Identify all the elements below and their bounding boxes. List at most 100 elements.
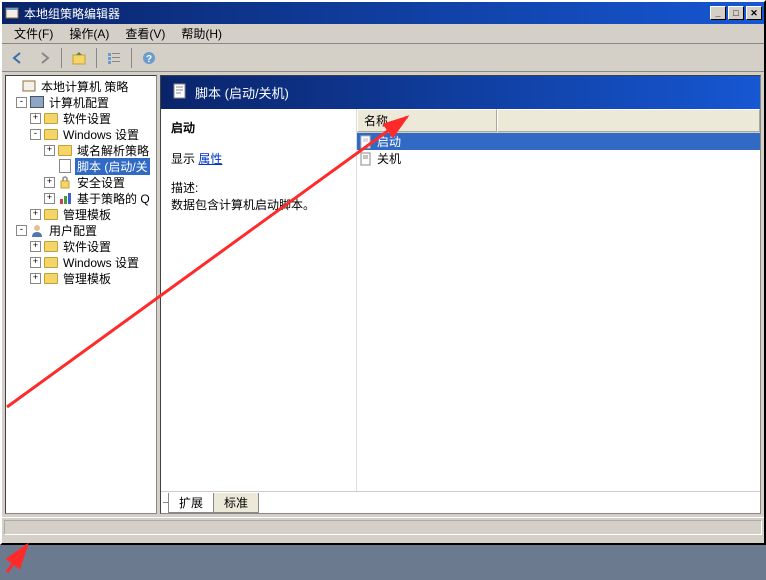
maximize-button[interactable]: □ [728,6,744,20]
script-icon [359,135,375,149]
tree-root[interactable]: 本地计算机 策略 [6,78,156,94]
properties-link[interactable]: 属性 [198,152,222,166]
tab-standard[interactable]: 标准 [213,493,259,513]
tree-label: 本地计算机 策略 [39,78,130,95]
menubar: 文件(F) 操作(A) 查看(V) 帮助(H) [2,24,764,44]
tree-label: 软件设置 [61,110,113,127]
tree-software-settings[interactable]: + 软件设置 [6,110,156,126]
tree-label: 管理模板 [61,270,113,287]
tree-label: 基于策略的 Q [75,190,152,207]
chart-icon [57,191,73,205]
tree-label: 安全设置 [75,174,127,191]
app-icon [4,5,20,21]
menu-help[interactable]: 帮助(H) [173,23,230,44]
security-icon [57,175,73,189]
up-button[interactable] [67,47,91,69]
app-window: 本地组策略编辑器 _ □ ✕ 文件(F) 操作(A) 查看(V) 帮助(H) ?… [0,0,766,545]
back-button[interactable] [6,47,30,69]
statusbar [2,517,764,537]
separator [96,48,97,68]
tree-user-windows-settings[interactable]: + Windows 设置 [6,254,156,270]
folder-icon [43,239,59,253]
display-label: 显示 [171,152,195,166]
tree-label: Windows 设置 [61,126,141,143]
toolbar: ? [2,44,764,72]
tree-label: 脚本 (启动/关 [75,158,150,175]
tree-user-config[interactable]: - 用户配置 [6,222,156,238]
menu-file[interactable]: 文件(F) [6,23,61,44]
separator [61,48,62,68]
script-icon [57,159,73,173]
policy-icon [21,79,37,93]
tree-scripts[interactable]: 脚本 (启动/关 [6,158,156,174]
folder-icon [57,143,73,157]
list-panel: 名称 启动 关机 [356,109,760,491]
description-text: 数据包含计算机启动脚本。 [171,196,346,213]
tree-panel[interactable]: 本地计算机 策略 - 计算机配置 + 软件设置 - Windows 设置 + 域… [5,75,157,514]
computer-icon [29,95,45,109]
expander [44,161,55,172]
tree-user-software-settings[interactable]: + 软件设置 [6,238,156,254]
minimize-button[interactable]: _ [710,6,726,20]
folder-icon [43,111,59,125]
expander [8,81,19,92]
column-spacer [497,109,760,132]
description-label: 描述: [171,179,346,196]
tree-user-admin-templates[interactable]: + 管理模板 [6,270,156,286]
svg-text:?: ? [146,54,152,65]
selected-item-title: 启动 [171,119,346,136]
script-icon [171,82,189,103]
separator [131,48,132,68]
tree-label: 用户配置 [47,222,99,239]
titlebar: 本地组策略编辑器 _ □ ✕ [2,2,764,24]
detail-header: 脚本 (启动/关机) [161,76,760,109]
tree-computer-config[interactable]: - 计算机配置 [6,94,156,110]
menu-action[interactable]: 操作(A) [61,23,117,44]
tree-label: 计算机配置 [47,94,111,111]
list-item-shutdown[interactable]: 关机 [357,150,760,167]
tree-windows-settings[interactable]: - Windows 设置 [6,126,156,142]
expander[interactable]: + [30,209,41,220]
user-icon [29,223,45,237]
folder-icon [43,207,59,221]
header-title: 脚本 (启动/关机) [195,83,289,102]
expander[interactable]: + [30,113,41,124]
tree-dns-policy[interactable]: + 域名解析策略 [6,142,156,158]
expander[interactable]: - [30,129,41,140]
expander[interactable]: + [30,257,41,268]
expander[interactable]: + [30,273,41,284]
tree-label: 软件设置 [61,238,113,255]
list-button[interactable] [102,47,126,69]
detail-body: 启动 显示 属性 描述: 数据包含计算机启动脚本。 名称 [161,109,760,491]
list-header: 名称 [357,109,760,133]
forward-button[interactable] [32,47,56,69]
tree-label: Windows 设置 [61,254,141,271]
column-name[interactable]: 名称 [357,109,497,132]
expander[interactable]: + [44,177,55,188]
item-label: 关机 [375,150,401,167]
expander[interactable]: - [16,225,27,236]
tree-admin-templates[interactable]: + 管理模板 [6,206,156,222]
list-item-startup[interactable]: 启动 [357,133,760,150]
window-title: 本地组策略编辑器 [24,5,710,22]
help-button[interactable]: ? [137,47,161,69]
detail-panel: 脚本 (启动/关机) 启动 显示 属性 描述: 数据包含计算机启动脚本。 [160,75,761,514]
expander[interactable]: + [44,145,55,156]
menu-view[interactable]: 查看(V) [117,23,173,44]
tree-label: 域名解析策略 [75,142,151,159]
script-icon [359,152,375,166]
detail-left: 启动 显示 属性 描述: 数据包含计算机启动脚本。 [161,109,356,491]
tabs: 扩展 标准 [161,491,760,513]
expander[interactable]: + [44,193,55,204]
tree-qos-policy[interactable]: + 基于策略的 Q [6,190,156,206]
tree-security-settings[interactable]: + 安全设置 [6,174,156,190]
folder-icon [43,271,59,285]
folder-open-icon [43,127,59,141]
close-button[interactable]: ✕ [746,6,762,20]
expander[interactable]: - [16,97,27,108]
folder-icon [43,255,59,269]
tree-label: 管理模板 [61,206,113,223]
tab-extended[interactable]: 扩展 [168,493,214,513]
expander[interactable]: + [30,241,41,252]
item-label: 启动 [375,133,401,150]
